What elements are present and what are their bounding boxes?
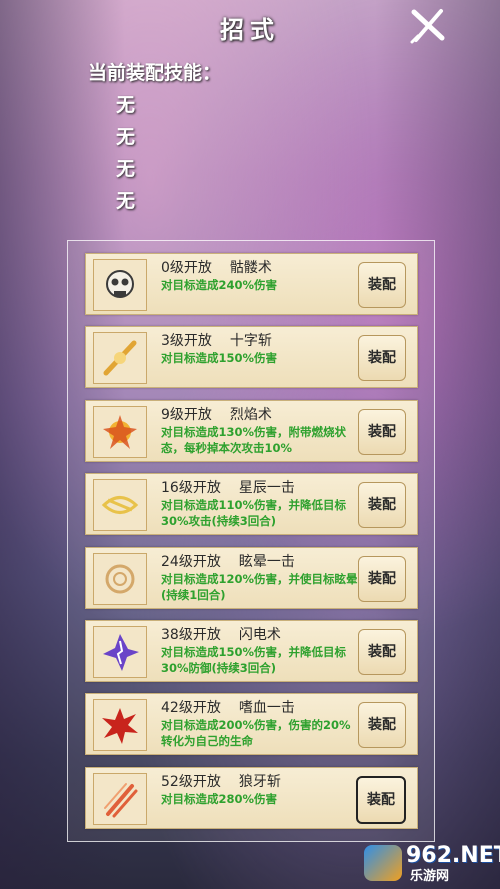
skill-name: 嗜血一击 — [238, 700, 295, 717]
skill-icon-frame — [93, 772, 147, 825]
skill-list[interactable]: 0级开放 骷髅术 对目标造成240%伤害 装配 3级开放 十字斩 对目标造成150%伤害 装配… — [67, 240, 435, 842]
skill-icon-frame — [93, 699, 147, 752]
equipped-slot-3: 无 — [116, 158, 136, 180]
skill-name: 闪电术 — [238, 627, 281, 643]
skill-title: 16级开放 星辰一击 — [161, 477, 295, 497]
watermark-sub: 乐游网 — [410, 869, 450, 884]
skill-icon-frame — [93, 626, 147, 678]
skill-title: 9级开放 烈焰术 — [161, 404, 272, 424]
close-icon — [410, 9, 445, 44]
dizzy-strike-icon — [105, 564, 135, 594]
equip-button[interactable]: 装配 — [358, 629, 406, 675]
skill-card: 3级开放 十字斩 对目标造成150%伤害 装配 — [85, 326, 418, 389]
equipped-skills: 当前装配技能： 无 无 无 无 — [88, 60, 221, 214]
skill-level: 38级开放 — [161, 627, 221, 643]
equip-button[interactable]: 装配 — [358, 262, 406, 308]
skill-level: 42级开放 — [161, 700, 221, 717]
skill-icon-frame — [93, 332, 147, 385]
skill-card: 9级开放 烈焰术 对目标造成130%伤害，附带燃烧状态，每秒掉本次攻击10% 装配 — [85, 399, 418, 462]
skill-title: 0级开放 骷髅术 — [161, 257, 272, 277]
skill-level: 24级开放 — [161, 553, 221, 570]
skull-icon — [106, 270, 134, 298]
skill-description: 对目标造成120%伤害，并使目标眩晕(持续1回合) — [161, 571, 358, 602]
skill-icon-frame — [93, 259, 147, 311]
skill-description: 对目标造成280%伤害 — [161, 791, 278, 806]
blood-strike-icon — [102, 708, 138, 745]
flame-icon — [103, 414, 137, 449]
skill-description: 对目标造成150%伤害，并降低目标30%防御(持续3回合) — [161, 645, 347, 675]
skill-icon-frame — [93, 479, 147, 532]
skill-level: 9级开放 — [161, 406, 212, 423]
skill-name: 十字斩 — [229, 333, 272, 350]
equipped-slot-4: 无 — [116, 190, 136, 212]
skill-title: 42级开放 嗜血一击 — [161, 697, 295, 717]
skill-level: 0级开放 — [161, 260, 212, 276]
cross-slash-icon — [103, 340, 137, 376]
equip-button[interactable]: 装配 — [358, 335, 406, 382]
skill-level: 52级开放 — [161, 773, 221, 790]
skill-description: 对目标造成110%伤害，并降低目标30%攻击(持续3回合) — [161, 498, 347, 529]
skill-icon-frame — [93, 552, 147, 605]
equip-button[interactable]: 装配 — [356, 775, 406, 824]
watermark: 962.NET 乐游网 — [364, 841, 500, 885]
equipped-label: 当前装配技能： — [88, 62, 222, 84]
equip-button[interactable]: 装配 — [358, 555, 406, 602]
skill-card: 0级开放 骷髅术对目标造成240%伤害 装配 — [85, 253, 418, 315]
skill-description: 对目标造成240%伤害 — [161, 278, 278, 292]
skill-name: 眩晕一击 — [238, 553, 295, 570]
skill-icon-frame — [93, 405, 147, 458]
skill-level: 3级开放 — [161, 333, 212, 350]
equipped-slot-2: 无 — [116, 126, 136, 148]
watermark-logo-icon — [364, 845, 402, 881]
skill-name: 星辰一击 — [238, 480, 295, 497]
close-button[interactable] — [408, 6, 448, 46]
skill-card: 16级开放 星辰一击 对目标造成110%伤害，并降低目标30%攻击(持续3回合) 装配 — [85, 473, 418, 536]
skill-title: 24级开放 眩晕一击 — [161, 551, 295, 571]
skill-card: 38级开放 闪电术对目标造成150%伤害，并降低目标30%防御(持续3回合) 装配 — [85, 620, 418, 682]
skill-title: 38级开放 闪电术 — [161, 624, 281, 644]
skill-description: 对目标造成130%伤害，附带燃烧状态，每秒掉本次攻击10% — [161, 424, 347, 455]
skill-level: 16级开放 — [161, 480, 221, 497]
skill-name: 狼牙斩 — [238, 773, 281, 790]
equip-button[interactable]: 装配 — [358, 482, 406, 529]
star-strike-icon — [101, 496, 139, 515]
equip-button[interactable]: 装配 — [358, 408, 406, 455]
skill-card: 42级开放 嗜血一击 对目标造成200%伤害，伤害的20%转化为自己的生命 装配 — [85, 693, 418, 756]
skill-description: 对目标造成200%伤害，伤害的20%转化为自己的生命 — [161, 718, 351, 749]
skill-title: 52级开放 狼牙斩 — [161, 771, 281, 791]
lightning-icon — [103, 634, 139, 671]
skill-description: 对目标造成150%伤害 — [161, 351, 278, 366]
skill-title: 3级开放 十字斩 — [161, 330, 272, 350]
equip-button[interactable]: 装配 — [358, 702, 406, 749]
skill-name: 骷髅术 — [229, 260, 272, 276]
skill-card: 52级开放 狼牙斩 对目标造成280%伤害 装配 — [85, 766, 418, 829]
wolf-fang-icon — [104, 782, 138, 818]
equipped-slot-1: 无 — [116, 94, 136, 116]
skill-name: 烈焰术 — [229, 406, 272, 423]
skill-card: 24级开放 眩晕一击 对目标造成120%伤害，并使目标眩晕(持续1回合) 装配 — [85, 546, 418, 609]
